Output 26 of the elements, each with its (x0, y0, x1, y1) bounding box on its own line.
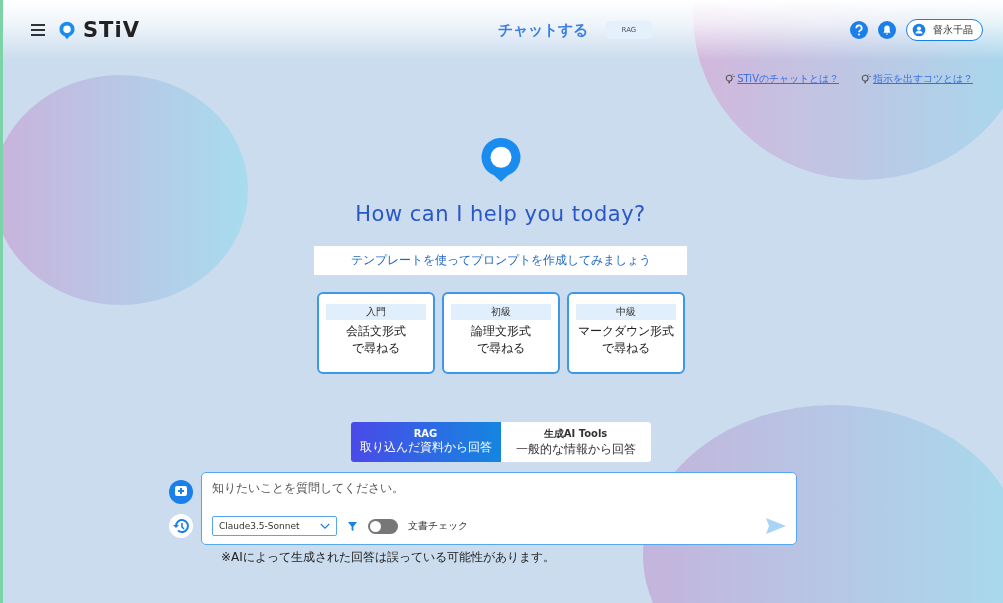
greeting-heading: How can I help you today? (355, 202, 646, 226)
template-hint-callout: テンプレートを使ってプロンプトを作成してみましょう (314, 246, 687, 275)
user-icon (912, 23, 926, 37)
logo-icon (57, 19, 77, 41)
template-card[interactable]: 入門 会話文形式 で尋ねる (316, 292, 435, 374)
new-chat-icon[interactable] (169, 479, 193, 504)
filter-icon[interactable] (346, 520, 358, 532)
template-card[interactable]: 初級 論理文形式 で尋ねる (441, 292, 560, 374)
chevron-down-icon (319, 522, 330, 530)
user-button[interactable]: 督永千晶 (906, 19, 983, 41)
bell-icon[interactable] (878, 21, 896, 39)
help-icon[interactable] (850, 21, 868, 39)
menu-icon[interactable] (29, 22, 47, 38)
page-title: チャットする (497, 20, 588, 40)
disclaimer-text: ※AIによって生成された回答は誤っている可能性があります。 (221, 549, 555, 566)
history-icon[interactable] (169, 513, 193, 538)
logo-text: STiV (83, 18, 140, 42)
mode-tab[interactable]: RAG 取り込んだ資料から回答 (350, 422, 501, 462)
chat-bubble-logo-icon (479, 136, 522, 182)
mode-tab[interactable]: 生成AI Tools 一般的な情報から回答 (500, 422, 651, 462)
template-card[interactable]: 中級 マークダウン形式 で尋ねる (566, 292, 685, 374)
document-check-label: 文書チェック (407, 519, 468, 533)
lightbulb-icon (725, 74, 736, 84)
document-check-toggle[interactable] (367, 518, 398, 534)
model-select[interactable]: Claude3.5-Sonnet (212, 516, 337, 536)
lightbulb-icon (861, 74, 871, 84)
